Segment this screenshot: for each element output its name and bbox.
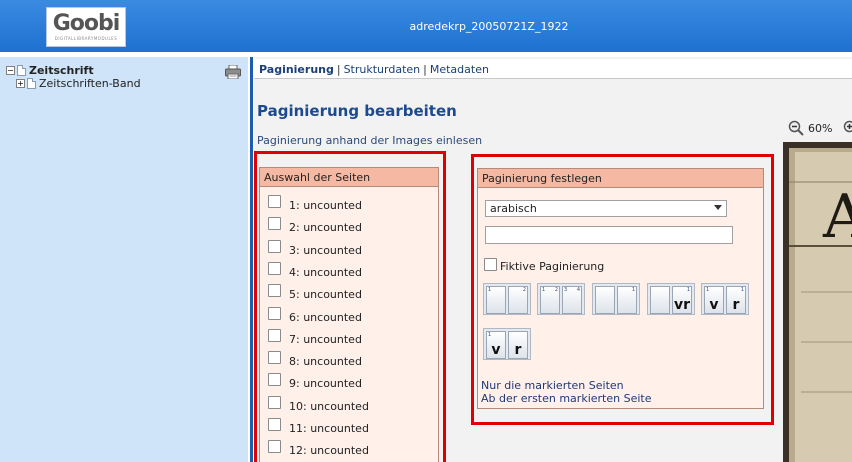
page-checkbox-label: 7: uncounted: [289, 333, 362, 346]
structure-tree-sidebar: [0, 57, 248, 462]
zoom-in-icon[interactable]: [843, 120, 852, 136]
logo-subtext: DIGITALLIBRARYMODULES: [54, 36, 118, 41]
scan-image: A: [783, 142, 852, 462]
app-header: Goobi DIGITALLIBRARYMODULES adredekrp_20…: [0, 0, 852, 56]
page-checkbox[interactable]: [268, 373, 281, 386]
tree-node-label[interactable]: Zeitschrift: [29, 64, 94, 77]
tree-node-zeitschriften-band[interactable]: + Zeitschriften-Band: [16, 77, 141, 90]
page-checkbox-label: 11: uncounted: [289, 422, 369, 435]
fictive-pagination-label: Fiktive Paginierung: [500, 260, 605, 273]
page-checkbox-label: 3: uncounted: [289, 244, 362, 257]
page-checkbox-label: 10: uncounted: [289, 400, 369, 413]
image-viewer[interactable]: A: [783, 142, 852, 462]
read-pagination-link[interactable]: Paginierung anhand der Images einlesen: [257, 134, 482, 147]
page-checkbox[interactable]: [268, 351, 281, 364]
tree-node-zeitschrift[interactable]: − Zeitschrift: [6, 64, 94, 77]
mode-verso-recto-single-button[interactable]: 1v r: [483, 328, 531, 360]
tab-strukturdaten[interactable]: Strukturdaten: [344, 63, 421, 76]
header-divider: [0, 52, 852, 56]
select-value: arabisch: [490, 202, 537, 215]
page-sheet-icon: 1 vr: [672, 286, 692, 314]
page-sheet-icon: 1: [617, 286, 637, 314]
page-sheet-icon: r: [508, 331, 528, 359]
page-checkbox-label: 1: uncounted: [289, 199, 362, 212]
page-sheet-icon: [650, 286, 670, 314]
page-sheet-icon: 1v: [704, 286, 724, 314]
mode-column-button[interactable]: 12 34: [537, 283, 585, 315]
page-checkbox-label: 4: uncounted: [289, 266, 362, 279]
page-checkbox[interactable]: [268, 217, 281, 230]
page-checkbox[interactable]: [268, 307, 281, 320]
page-sheet-icon: 1: [486, 286, 506, 314]
section-heading: Paginierung bearbeiten: [257, 102, 457, 120]
mode-single-page-button[interactable]: 1 2: [483, 283, 531, 315]
mode-recto-verso-button[interactable]: 1 vr: [647, 283, 695, 315]
page-checkbox[interactable]: [268, 262, 281, 275]
page-checkbox[interactable]: [268, 240, 281, 253]
tab-separator: |: [423, 63, 427, 76]
page-checkbox-label: 5: uncounted: [289, 288, 362, 301]
apply-marked-pages-link[interactable]: Nur die markierten Seiten: [481, 379, 624, 392]
page-title: adredekrp_20050721Z_1922: [409, 20, 569, 33]
scan-letter: A: [822, 182, 852, 252]
page-checkbox[interactable]: [268, 440, 281, 453]
page-checkbox-label: 9: uncounted: [289, 377, 362, 390]
collapse-toggle-icon[interactable]: −: [6, 66, 15, 75]
pagination-type-select[interactable]: arabisch: [485, 200, 727, 217]
tab-separator: |: [336, 63, 341, 76]
tab-paginierung[interactable]: Paginierung: [259, 63, 334, 76]
page-sheet-icon: 2: [508, 286, 528, 314]
page-sheet-icon: 1v: [486, 331, 506, 359]
page-checkbox-label: 12: uncounted: [289, 444, 369, 457]
page-checkbox[interactable]: [268, 284, 281, 297]
expand-toggle-icon[interactable]: +: [16, 79, 25, 88]
page-sheet-icon: [595, 286, 615, 314]
page-checkbox[interactable]: [268, 195, 281, 208]
page-sheet-icon: 1r: [726, 286, 746, 314]
document-icon: [27, 78, 36, 89]
fictive-pagination-checkbox[interactable]: [484, 258, 497, 271]
mode-folio-button[interactable]: 1: [592, 283, 640, 315]
tab-bar: Paginierung | Strukturdaten | Metadaten: [254, 59, 852, 79]
page-checkbox-label: 6: uncounted: [289, 311, 362, 324]
panel-title: Paginierung festlegen: [478, 169, 763, 188]
page-checkbox[interactable]: [268, 418, 281, 431]
apply-from-first-marked-link[interactable]: Ab der ersten markierten Seite: [481, 392, 651, 405]
zoom-level: 60%: [808, 122, 833, 135]
mode-verso-recto-button[interactable]: 1v 1r: [701, 283, 749, 315]
chevron-down-icon: [714, 205, 722, 210]
page-checkbox[interactable]: [268, 396, 281, 409]
zoom-out-icon[interactable]: [788, 120, 804, 136]
document-icon: [17, 65, 26, 76]
page-sheet-icon: 12: [540, 286, 560, 314]
page-checkbox-label: 2: uncounted: [289, 221, 362, 234]
tree-node-label[interactable]: Zeitschriften-Band: [39, 77, 141, 90]
page-checkbox[interactable]: [268, 329, 281, 342]
tab-metadaten[interactable]: Metadaten: [430, 63, 489, 76]
panel-title: Auswahl der Seiten: [260, 168, 438, 187]
printer-icon[interactable]: [225, 65, 241, 79]
page-sheet-icon: 34: [562, 286, 582, 314]
page-checkbox-label: 8: uncounted: [289, 355, 362, 368]
pagination-start-input[interactable]: [485, 226, 733, 244]
